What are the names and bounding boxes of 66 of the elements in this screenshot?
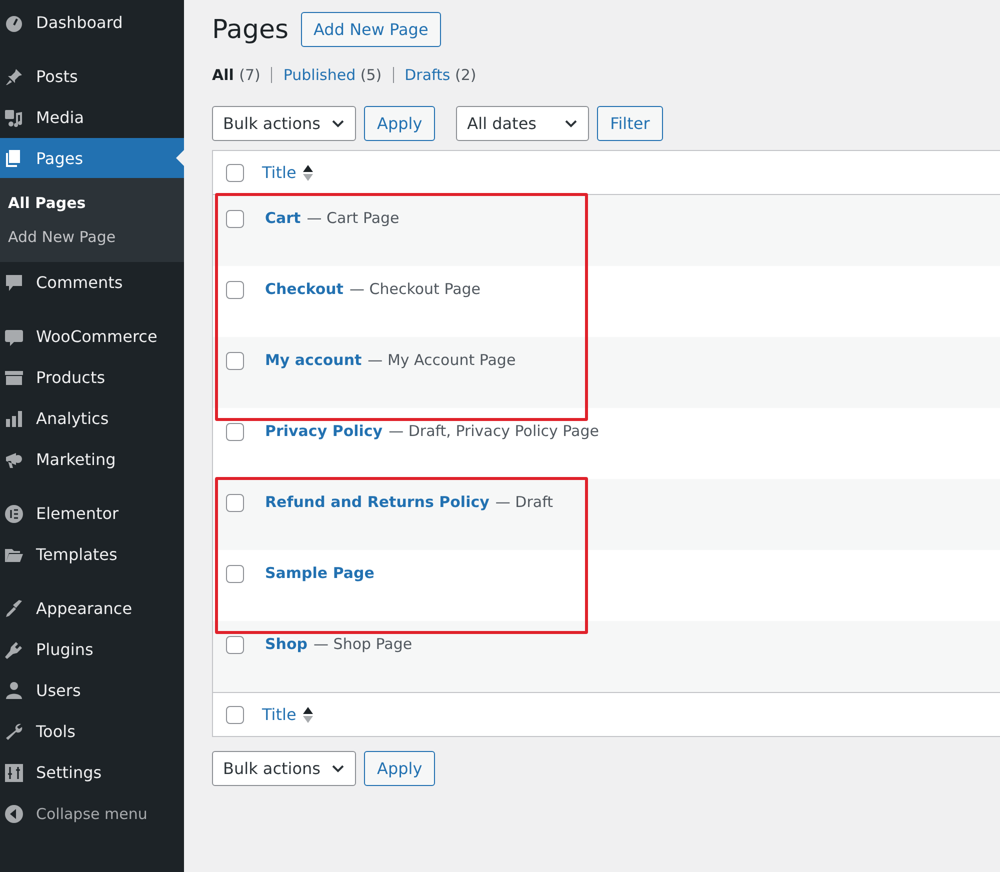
checkbox[interactable] — [226, 494, 244, 512]
page-state-label: — Shop Page — [314, 635, 412, 653]
page-title-link[interactable]: Privacy Policy — [265, 422, 383, 440]
menu-item[interactable]: Analytics — [0, 398, 184, 439]
page-state-label: — Draft, Privacy Policy Page — [388, 422, 599, 440]
menu-item[interactable]: Appearance — [0, 588, 184, 629]
wrench-icon — [4, 722, 24, 742]
menu-item[interactable]: Comments — [0, 262, 184, 303]
bar-chart-icon — [4, 408, 24, 428]
page-title-link[interactable]: Shop — [265, 635, 308, 653]
paintbrush-icon — [4, 598, 24, 618]
menu-item[interactable]: Templates — [0, 534, 184, 575]
view-filter-link[interactable]: Published (5) — [283, 66, 382, 84]
apply-button[interactable]: Apply — [364, 751, 436, 786]
menu-item[interactable]: Tools — [0, 711, 184, 752]
apply-button[interactable]: Apply — [364, 106, 436, 141]
speech-bubble-icon — [4, 272, 24, 292]
page-title-link[interactable]: Cart — [265, 209, 301, 227]
plug-icon — [4, 640, 24, 660]
menu-item[interactable]: Settings — [0, 752, 184, 793]
view-filter-link[interactable]: Drafts (2) — [404, 66, 476, 84]
checkbox[interactable] — [226, 636, 244, 654]
page-title-link[interactable]: Refund and Returns Policy — [265, 493, 490, 511]
checkbox[interactable] — [226, 706, 244, 724]
sliders-icon — [4, 762, 24, 782]
user-icon — [4, 680, 24, 700]
sort-arrows-icon — [302, 164, 314, 182]
menu-item[interactable]: Posts — [0, 56, 184, 97]
bulk-actions-select[interactable]: Bulk actions — [212, 106, 356, 141]
add-new-page-button[interactable]: Add New Page — [300, 12, 442, 47]
menu-item[interactable]: Media — [0, 97, 184, 138]
camera-music-icon — [4, 108, 24, 128]
checkbox[interactable] — [226, 281, 244, 299]
page-title-link[interactable]: My account — [265, 351, 362, 369]
page-title-link[interactable]: Sample Page — [265, 564, 374, 582]
menu-item[interactable]: Pages — [0, 138, 184, 178]
bulk-actions-select[interactable]: Bulk actions — [212, 751, 356, 786]
menu-item[interactable]: Products — [0, 357, 184, 398]
menu-item[interactable]: Plugins — [0, 629, 184, 670]
page-title-link[interactable]: Checkout — [265, 280, 344, 298]
page-title: Pages — [212, 14, 288, 44]
dates-select[interactable]: All dates — [456, 106, 590, 141]
title-column-footer[interactable]: Title — [262, 705, 314, 724]
checkbox[interactable] — [226, 423, 244, 441]
view-filter-link[interactable]: All (7) — [212, 66, 260, 84]
menu-item[interactable]: WooCommerce — [0, 316, 184, 357]
page-state-label: — Checkout Page — [349, 280, 481, 298]
collapse-menu-button[interactable]: Collapse menu — [0, 793, 184, 834]
submenu-item[interactable]: Add New Page — [0, 220, 184, 254]
menu-item[interactable]: Dashboard — [0, 2, 184, 43]
sort-arrows-icon — [302, 706, 314, 724]
pushpin-icon — [4, 66, 24, 86]
title-column-header[interactable]: Title — [262, 163, 314, 182]
filter-button[interactable]: Filter — [597, 106, 663, 141]
checkbox[interactable] — [226, 352, 244, 370]
checkbox[interactable] — [226, 565, 244, 583]
checkbox[interactable] — [226, 210, 244, 228]
page-state-label: — Cart Page — [306, 209, 400, 227]
elementor-circle-icon — [4, 504, 24, 524]
page-state-label: — Draft — [495, 493, 553, 511]
menu-item[interactable]: Elementor — [0, 493, 184, 534]
checkbox[interactable] — [226, 164, 244, 182]
menu-item[interactable]: Users — [0, 670, 184, 711]
page-state-label: — My Account Page — [368, 351, 516, 369]
submenu-item[interactable]: All Pages — [0, 186, 184, 220]
menu-item[interactable]: Marketing — [0, 439, 184, 480]
